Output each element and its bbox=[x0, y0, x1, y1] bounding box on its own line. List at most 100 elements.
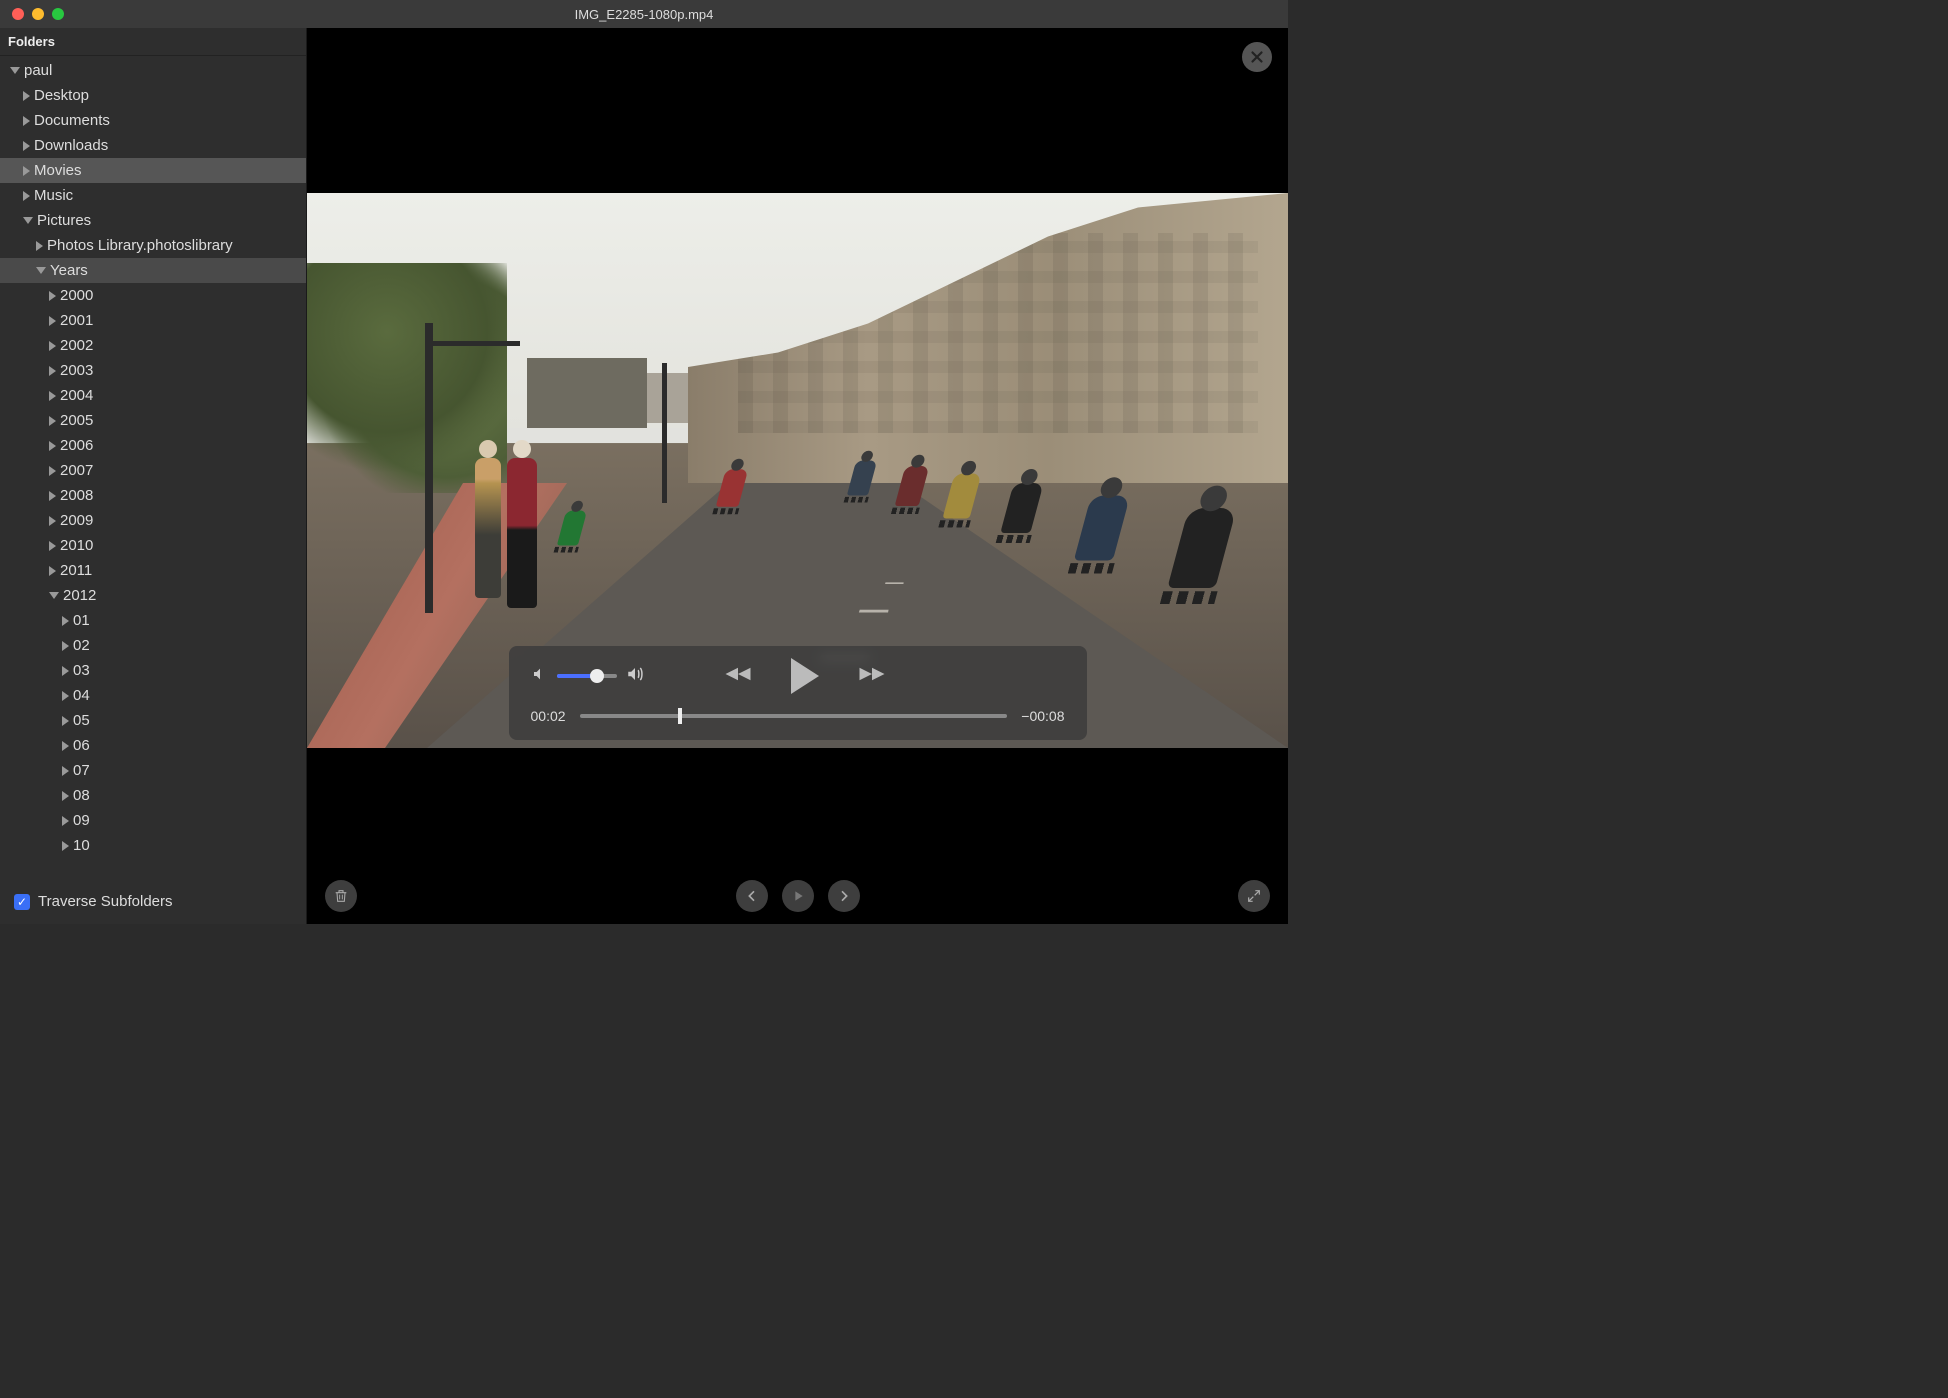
disclosure-triangle-icon[interactable] bbox=[49, 491, 56, 501]
disclosure-triangle-icon[interactable] bbox=[49, 516, 56, 526]
folder-row[interactable]: 2008 bbox=[0, 483, 306, 508]
folder-label: 2006 bbox=[60, 437, 93, 454]
folder-row[interactable]: Documents bbox=[0, 108, 306, 133]
folder-label: Movies bbox=[34, 162, 82, 179]
disclosure-triangle-icon[interactable] bbox=[62, 766, 69, 776]
folder-row[interactable]: 03 bbox=[0, 658, 306, 683]
sidebar: Folders paulDesktopDocumentsDownloadsMov… bbox=[0, 28, 307, 924]
window-close-button[interactable] bbox=[12, 8, 24, 20]
traverse-subfolders-label: Traverse Subfolders bbox=[38, 893, 173, 910]
disclosure-triangle-icon[interactable] bbox=[62, 616, 69, 626]
folder-row[interactable]: 05 bbox=[0, 708, 306, 733]
window-minimize-button[interactable] bbox=[32, 8, 44, 20]
previous-item-button[interactable] bbox=[736, 880, 768, 912]
folder-row[interactable]: 10 bbox=[0, 833, 306, 858]
folder-label: paul bbox=[24, 62, 52, 79]
play-toolbar-button[interactable] bbox=[782, 880, 814, 912]
remaining-time: −00:08 bbox=[1021, 708, 1064, 724]
folder-row[interactable]: 07 bbox=[0, 758, 306, 783]
folder-row[interactable]: 06 bbox=[0, 733, 306, 758]
expand-icon bbox=[1246, 888, 1262, 904]
folder-row[interactable]: 2010 bbox=[0, 533, 306, 558]
folder-row[interactable]: 02 bbox=[0, 633, 306, 658]
folder-row[interactable]: paul bbox=[0, 58, 306, 83]
folder-row[interactable]: 04 bbox=[0, 683, 306, 708]
disclosure-triangle-icon[interactable] bbox=[62, 716, 69, 726]
volume-slider[interactable] bbox=[557, 674, 617, 678]
disclosure-triangle-icon[interactable] bbox=[23, 141, 30, 151]
disclosure-triangle-icon[interactable] bbox=[23, 91, 30, 101]
next-item-button[interactable] bbox=[828, 880, 860, 912]
play-button[interactable] bbox=[791, 658, 819, 694]
folder-row[interactable]: Desktop bbox=[0, 83, 306, 108]
chevron-left-icon bbox=[744, 888, 760, 904]
folder-row[interactable]: 2000 bbox=[0, 283, 306, 308]
folder-row[interactable]: 2009 bbox=[0, 508, 306, 533]
disclosure-triangle-icon[interactable] bbox=[49, 416, 56, 426]
disclosure-triangle-icon[interactable] bbox=[49, 566, 56, 576]
folder-row[interactable]: Years bbox=[0, 258, 306, 283]
delete-button[interactable] bbox=[325, 880, 357, 912]
disclosure-triangle-icon[interactable] bbox=[49, 316, 56, 326]
disclosure-triangle-icon[interactable] bbox=[49, 592, 59, 599]
folder-row[interactable]: 09 bbox=[0, 808, 306, 833]
disclosure-triangle-icon[interactable] bbox=[36, 267, 46, 274]
progress-scrubber[interactable] bbox=[580, 714, 1008, 718]
disclosure-triangle-icon[interactable] bbox=[62, 666, 69, 676]
disclosure-triangle-icon[interactable] bbox=[62, 691, 69, 701]
disclosure-triangle-icon[interactable] bbox=[23, 166, 30, 176]
window-zoom-button[interactable] bbox=[52, 8, 64, 20]
folder-label: 2005 bbox=[60, 412, 93, 429]
disclosure-triangle-icon[interactable] bbox=[23, 116, 30, 126]
disclosure-triangle-icon[interactable] bbox=[49, 391, 56, 401]
folder-row[interactable]: 2005 bbox=[0, 408, 306, 433]
disclosure-triangle-icon[interactable] bbox=[62, 816, 69, 826]
disclosure-triangle-icon[interactable] bbox=[36, 241, 43, 251]
traverse-subfolders-checkbox[interactable]: ✓ bbox=[14, 894, 30, 910]
disclosure-triangle-icon[interactable] bbox=[49, 541, 56, 551]
folder-label: 2000 bbox=[60, 287, 93, 304]
volume-low-icon[interactable] bbox=[531, 666, 549, 687]
rewind-button[interactable] bbox=[723, 664, 753, 689]
folder-row[interactable]: 2001 bbox=[0, 308, 306, 333]
folder-row[interactable]: 2003 bbox=[0, 358, 306, 383]
close-overlay-button[interactable] bbox=[1242, 42, 1272, 72]
chevron-right-icon bbox=[836, 888, 852, 904]
disclosure-triangle-icon[interactable] bbox=[62, 641, 69, 651]
folder-row[interactable]: 2011 bbox=[0, 558, 306, 583]
folder-row[interactable]: Music bbox=[0, 183, 306, 208]
folder-row[interactable]: 2007 bbox=[0, 458, 306, 483]
folder-row[interactable]: Movies bbox=[0, 158, 306, 183]
disclosure-triangle-icon[interactable] bbox=[49, 366, 56, 376]
disclosure-triangle-icon[interactable] bbox=[23, 191, 30, 201]
folder-row[interactable]: 01 bbox=[0, 608, 306, 633]
fast-forward-button[interactable] bbox=[857, 664, 887, 689]
sidebar-footer: ✓ Traverse Subfolders bbox=[0, 883, 306, 924]
disclosure-triangle-icon[interactable] bbox=[49, 441, 56, 451]
disclosure-triangle-icon[interactable] bbox=[23, 217, 33, 224]
folder-label: 2012 bbox=[63, 587, 96, 604]
folder-row[interactable]: Downloads bbox=[0, 133, 306, 158]
disclosure-triangle-icon[interactable] bbox=[62, 841, 69, 851]
disclosure-triangle-icon[interactable] bbox=[49, 466, 56, 476]
folder-row[interactable]: 2004 bbox=[0, 383, 306, 408]
folder-label: 05 bbox=[73, 712, 90, 729]
folder-label: 2007 bbox=[60, 462, 93, 479]
fullscreen-button[interactable] bbox=[1238, 880, 1270, 912]
volume-high-icon[interactable] bbox=[625, 665, 645, 688]
folder-label: 2011 bbox=[60, 562, 92, 579]
folder-row[interactable]: Pictures bbox=[0, 208, 306, 233]
folder-label: 08 bbox=[73, 787, 90, 804]
folder-row[interactable]: Photos Library.photoslibrary bbox=[0, 233, 306, 258]
disclosure-triangle-icon[interactable] bbox=[10, 67, 20, 74]
folder-row[interactable]: 2002 bbox=[0, 333, 306, 358]
disclosure-triangle-icon[interactable] bbox=[62, 791, 69, 801]
disclosure-triangle-icon[interactable] bbox=[62, 741, 69, 751]
folder-label: 10 bbox=[73, 837, 90, 854]
folder-label: Photos Library.photoslibrary bbox=[47, 237, 233, 254]
disclosure-triangle-icon[interactable] bbox=[49, 341, 56, 351]
folder-row[interactable]: 08 bbox=[0, 783, 306, 808]
folder-row[interactable]: 2012 bbox=[0, 583, 306, 608]
disclosure-triangle-icon[interactable] bbox=[49, 291, 56, 301]
folder-row[interactable]: 2006 bbox=[0, 433, 306, 458]
